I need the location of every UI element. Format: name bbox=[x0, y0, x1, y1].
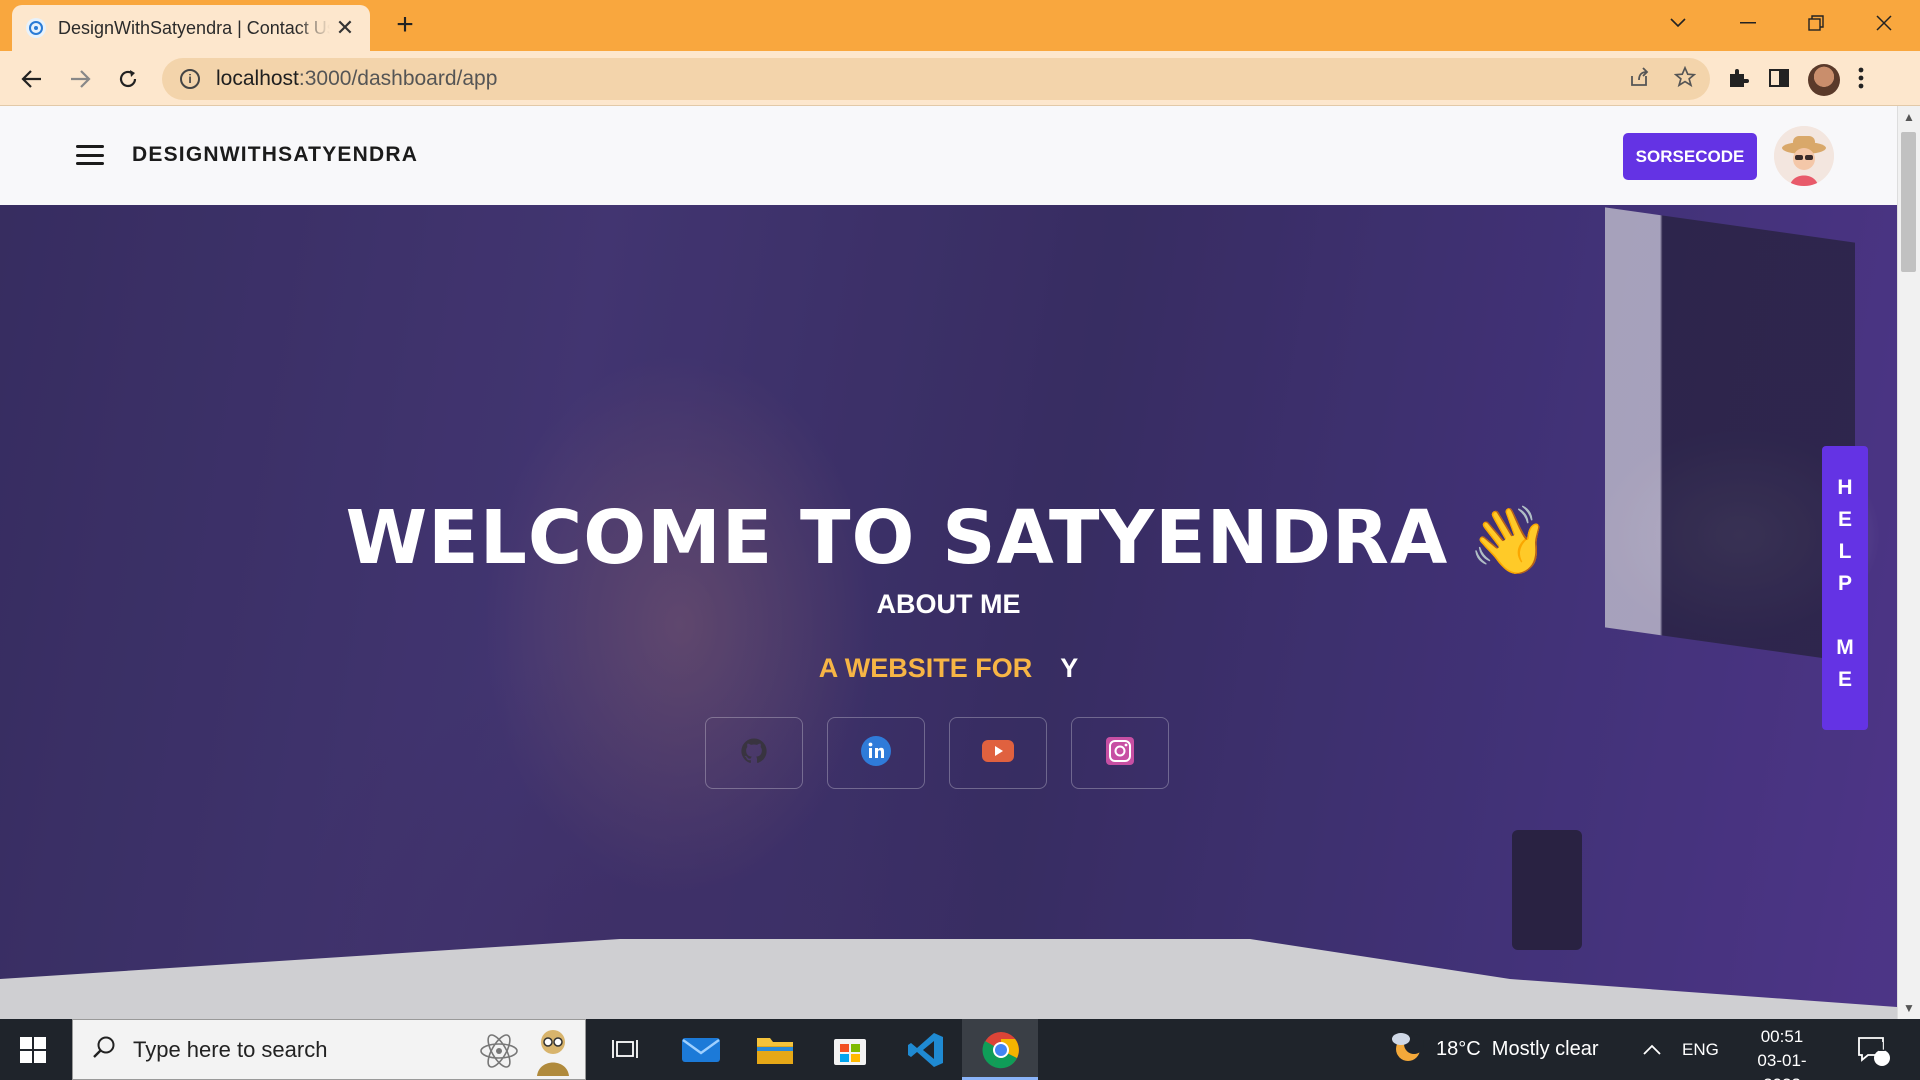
clock-date: 03-01-2023 bbox=[1757, 1051, 1807, 1080]
restore-window-button[interactable] bbox=[1796, 8, 1836, 38]
windows-start-icon[interactable] bbox=[20, 1037, 46, 1063]
file-explorer-icon[interactable] bbox=[752, 1027, 798, 1073]
hero-bottom-wave bbox=[0, 939, 1897, 1019]
help-letter: E bbox=[1837, 508, 1852, 531]
notification-center-icon[interactable]: 1 bbox=[1856, 1019, 1890, 1080]
back-arrow-icon[interactable] bbox=[14, 61, 50, 97]
browser-profile-avatar[interactable] bbox=[1808, 64, 1840, 96]
typed-word: Y bbox=[1060, 653, 1079, 683]
chrome-icon[interactable] bbox=[978, 1027, 1024, 1073]
page-scrollbar[interactable]: ▲ ▼ bbox=[1897, 106, 1920, 1019]
reload-icon[interactable] bbox=[110, 61, 146, 97]
share-icon[interactable] bbox=[1628, 66, 1650, 94]
help-letter: P bbox=[1837, 572, 1852, 595]
extensions-puzzle-icon[interactable] bbox=[1726, 66, 1750, 95]
linkedin-icon bbox=[860, 735, 892, 772]
url-path: :3000/dashboard/app bbox=[298, 67, 498, 90]
hero-title: WELCOME TO SATYENDRA 👋 bbox=[0, 495, 1897, 581]
weather-widget[interactable]: 18°C Mostly clear bbox=[1388, 1019, 1599, 1080]
waving-hand-icon: 👋 bbox=[1468, 502, 1552, 579]
scroll-down-arrow-icon[interactable]: ▼ bbox=[1903, 1001, 1915, 1015]
youtube-link[interactable] bbox=[949, 717, 1047, 789]
microsoft-store-icon[interactable] bbox=[827, 1027, 873, 1073]
show-hidden-icons-chevron-icon[interactable] bbox=[1642, 1019, 1662, 1080]
site-favicon-icon bbox=[26, 18, 46, 38]
forward-arrow-icon[interactable] bbox=[62, 61, 98, 97]
new-tab-button[interactable]: + bbox=[390, 10, 420, 40]
url-host: localhost bbox=[216, 67, 299, 90]
side-panel-icon[interactable] bbox=[1768, 67, 1790, 94]
scrollbar-thumb[interactable] bbox=[1901, 132, 1916, 272]
source-code-button[interactable]: SORSECODE bbox=[1623, 133, 1757, 180]
minimize-window-button[interactable] bbox=[1728, 8, 1768, 38]
web-page: DESIGNWITHSATYENDRA SORSECODE WELCOME TO… bbox=[0, 106, 1897, 1019]
atom-icon bbox=[477, 1029, 521, 1078]
linkedin-link[interactable] bbox=[827, 717, 925, 789]
browser-toolbar: i localhost:3000/dashboard/app bbox=[0, 51, 1920, 106]
browser-tab-strip: DesignWithSatyendra | Contact Us ✕ + bbox=[0, 0, 1920, 51]
help-letter: L bbox=[1838, 540, 1852, 563]
browser-menu-kebab-icon[interactable] bbox=[1858, 67, 1864, 94]
language-indicator[interactable]: ENG bbox=[1682, 1019, 1719, 1080]
typed-static-text: A WEBSITE FOR bbox=[818, 653, 1033, 683]
taskbar-search-box[interactable]: Type here to search bbox=[72, 1019, 586, 1080]
github-icon bbox=[739, 736, 769, 771]
instagram-link[interactable] bbox=[1071, 717, 1169, 789]
hamburger-menu-icon[interactable] bbox=[76, 145, 104, 165]
hero-section: WELCOME TO SATYENDRA 👋 ABOUT ME A WEBSITE… bbox=[0, 205, 1897, 1019]
close-window-button[interactable] bbox=[1864, 8, 1904, 38]
site-brand[interactable]: DESIGNWITHSATYENDRA bbox=[132, 143, 418, 167]
tab-title: DesignWithSatyendra | Contact Us bbox=[58, 17, 330, 38]
weather-text: 18°C Mostly clear bbox=[1436, 1038, 1599, 1060]
search-placeholder: Type here to search bbox=[133, 1036, 328, 1062]
notification-count-badge: 1 bbox=[1878, 1039, 1886, 1054]
site-info-icon[interactable]: i bbox=[180, 69, 200, 89]
close-tab-icon[interactable]: ✕ bbox=[334, 15, 356, 41]
task-view-icon[interactable] bbox=[602, 1027, 648, 1073]
scientist-figure-icon bbox=[531, 1026, 575, 1080]
user-avatar[interactable] bbox=[1774, 126, 1834, 186]
system-clock[interactable]: 00:51 03-01-2023 bbox=[1740, 1025, 1824, 1080]
vscode-icon[interactable] bbox=[903, 1027, 949, 1073]
youtube-icon bbox=[981, 738, 1015, 769]
instagram-icon bbox=[1105, 736, 1135, 771]
help-letter: H bbox=[1837, 476, 1853, 499]
clock-time: 00:51 bbox=[1760, 1027, 1804, 1046]
help-letter: M bbox=[1836, 636, 1854, 659]
tab-search-chevron-icon[interactable] bbox=[1658, 8, 1698, 38]
help-me-tab[interactable]: H E L P M E bbox=[1822, 446, 1868, 730]
address-bar[interactable]: i localhost:3000/dashboard/app bbox=[162, 58, 1710, 100]
github-link[interactable] bbox=[705, 717, 803, 789]
search-icon bbox=[91, 1034, 117, 1065]
typed-tagline: A WEBSITE FOR Y bbox=[0, 653, 1897, 684]
bookmark-star-icon[interactable] bbox=[1673, 65, 1697, 94]
browser-tab[interactable]: DesignWithSatyendra | Contact Us ✕ bbox=[12, 5, 370, 51]
weather-moon-cloud-icon bbox=[1388, 1029, 1424, 1071]
app-header: DESIGNWITHSATYENDRA SORSECODE bbox=[0, 106, 1897, 205]
windows-taskbar: Type here to search 18°C Mostly clear EN… bbox=[0, 1019, 1920, 1080]
mail-app-icon[interactable] bbox=[678, 1027, 724, 1073]
hero-title-text: WELCOME TO SATYENDRA bbox=[345, 495, 1449, 581]
help-letter: E bbox=[1837, 668, 1852, 691]
scroll-up-arrow-icon[interactable]: ▲ bbox=[1903, 110, 1915, 124]
social-links bbox=[705, 717, 1169, 789]
about-me-heading: ABOUT ME bbox=[876, 589, 1021, 619]
